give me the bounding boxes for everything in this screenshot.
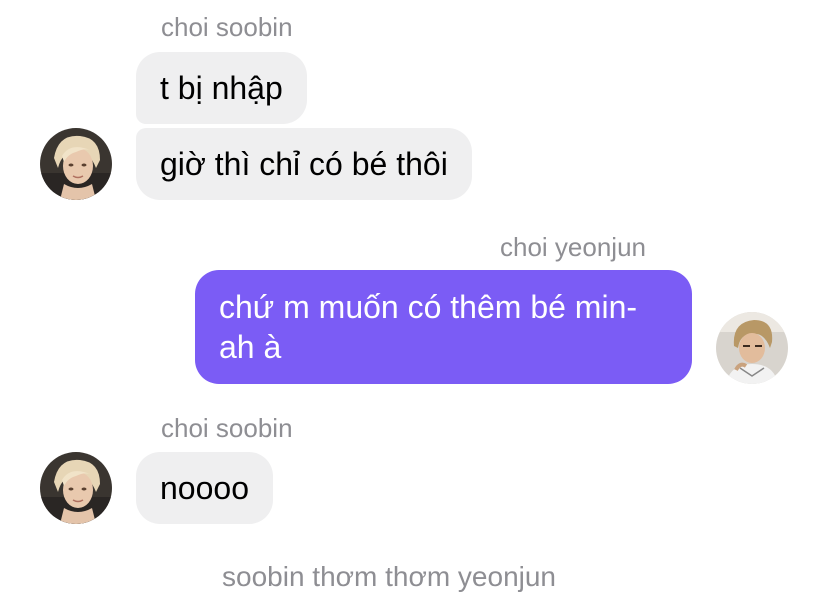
sender-name: choi soobin [161,413,293,443]
message-bubble-outgoing[interactable]: chứ m muốn có thêm bé min-ah à [195,270,692,384]
recipient-avatar[interactable] [716,312,788,384]
message-bubble[interactable]: t bị nhập [136,52,307,124]
message-bubble[interactable]: noooo [136,452,273,524]
avatar-soobin-icon [40,128,112,200]
sender-name: choi yeonjun [500,232,646,262]
avatar-yeonjun-icon [716,312,788,384]
avatar-soobin-icon [40,452,112,524]
footer-caption: soobin thơm thơm yeonjun [222,561,557,592]
sender-avatar[interactable] [40,452,112,524]
message-bubble[interactable]: giờ thì chỉ có bé thôi [136,128,472,200]
sender-name: choi soobin [161,12,293,42]
sender-avatar[interactable] [40,128,112,200]
